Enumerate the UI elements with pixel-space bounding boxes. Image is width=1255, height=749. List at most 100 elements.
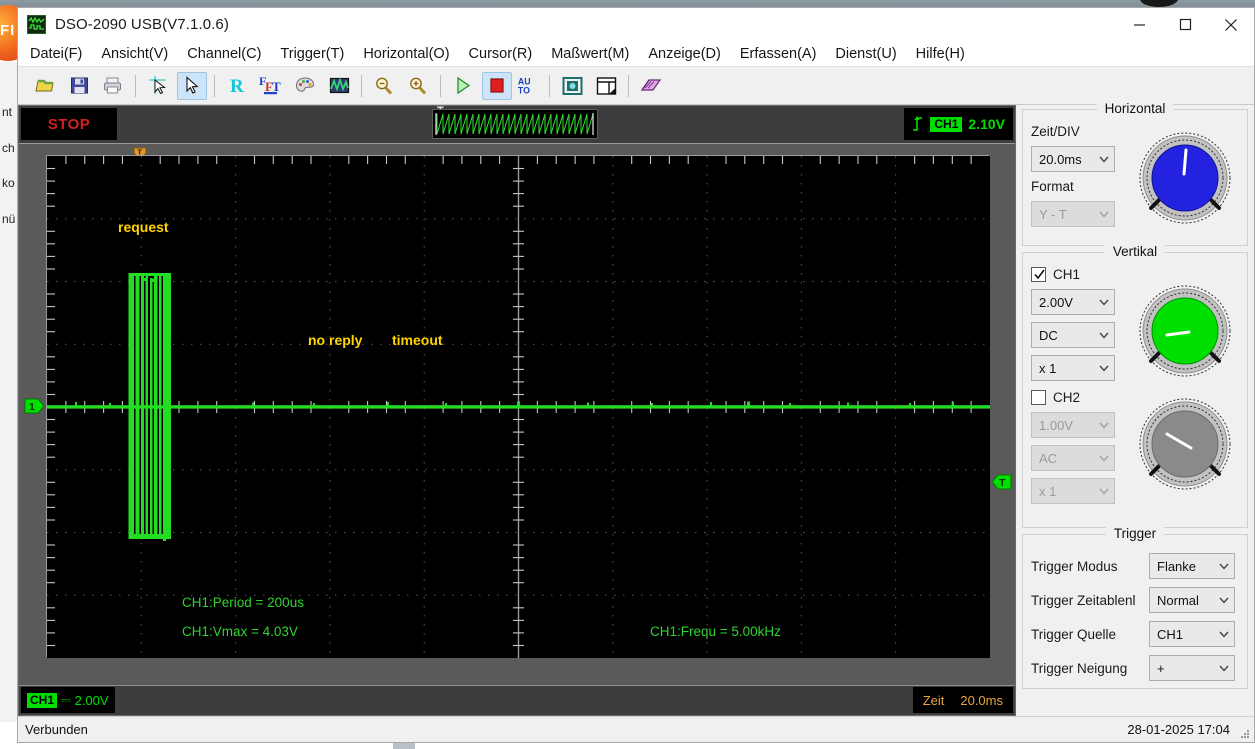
- trigger-sweep-label: Trigger Zeitablenl: [1031, 592, 1136, 608]
- toolbar-separator: [628, 74, 629, 97]
- crosshair-cursor-icon[interactable]: [143, 72, 173, 100]
- main-content: STOP T CH1 2.10V: [18, 101, 1254, 716]
- vertical-group-title: Vertikal: [1104, 244, 1166, 259]
- trigger-slope[interactable]: +: [1149, 655, 1235, 681]
- toolbar-separator: [549, 74, 550, 97]
- rising-edge-icon: [913, 116, 923, 131]
- trigger-level-value: 2.10V: [968, 116, 1005, 132]
- window-titlebar: DSO-2090 USB(V7.1.0.6): [18, 8, 1254, 41]
- ch1-ground-marker[interactable]: 1: [24, 398, 46, 414]
- measurement-vmax: CH1:Vmax = 4.03V: [182, 624, 298, 639]
- chevron-down-icon: [1099, 299, 1109, 306]
- chevron-down-icon: [1099, 488, 1109, 495]
- menu-masswert[interactable]: Maßwert(M): [551, 44, 640, 64]
- chevron-down-icon: [1219, 631, 1229, 638]
- zoom-out-icon[interactable]: [369, 72, 399, 100]
- scope-grid-wrapper: T request no reply timeout CH1:Period = …: [19, 144, 1015, 685]
- ch2-volts-div-select[interactable]: 1.00V: [1031, 412, 1115, 438]
- scope-status-strip: STOP T CH1 2.10V: [19, 105, 1015, 144]
- horizontal-group-title: Horizontal: [1096, 101, 1174, 116]
- vertical-group: Vertikal CH1 2.00V DC x 1 CH2 1.00V AC x…: [1022, 244, 1248, 528]
- menu-anzeige[interactable]: Anzeige(D): [648, 44, 732, 64]
- resize-grip-icon[interactable]: [1238, 727, 1250, 739]
- chevron-down-icon: [1099, 455, 1109, 462]
- ch2-probe-select[interactable]: x 1: [1031, 478, 1115, 504]
- menu-cursor[interactable]: Cursor(R): [469, 44, 544, 64]
- time-div-label: Zeit/DIV: [1031, 124, 1080, 139]
- timebase-value: 20.0ms: [960, 692, 1003, 708]
- auto-set-icon[interactable]: AU TO: [516, 72, 542, 100]
- menubar: Datei(F) Ansicht(V) Channel(C) Trigger(T…: [18, 41, 1254, 67]
- ch2-enable-checkbox[interactable]: CH2: [1031, 390, 1131, 405]
- checkbox-box: [1031, 267, 1046, 282]
- background-text-line-0: nt: [2, 105, 13, 119]
- trigger-source[interactable]: CH1: [1149, 621, 1235, 647]
- scope-display-area: STOP T CH1 2.10V: [18, 105, 1016, 716]
- toolbar-separator: [214, 74, 215, 97]
- menu-horizontal[interactable]: Horizontal(O): [363, 44, 460, 64]
- format-label: Format: [1031, 179, 1074, 194]
- menu-trigger[interactable]: Trigger(T): [280, 44, 355, 64]
- help-book-icon[interactable]: [636, 72, 666, 100]
- trigger-slope-label: Trigger Neigung: [1031, 660, 1128, 676]
- window-layout-icon[interactable]: [591, 72, 621, 100]
- waveform-view-icon[interactable]: [324, 72, 354, 100]
- trigger-mode-value: Flanke: [1157, 558, 1197, 574]
- ch1-enable-checkbox[interactable]: CH1: [1031, 267, 1131, 282]
- run-play-icon[interactable]: [448, 72, 478, 100]
- trigger-slope-value: +: [1157, 660, 1165, 676]
- zoom-in-icon[interactable]: [403, 72, 433, 100]
- run-state-text: STOP: [47, 115, 91, 133]
- annotation-no-reply: no reply: [308, 332, 363, 348]
- menu-hilfe[interactable]: Hilfe(H): [916, 44, 976, 64]
- window-title: DSO-2090 USB(V7.1.0.6): [55, 16, 229, 33]
- close-icon[interactable]: [1208, 8, 1254, 41]
- ch1-label: CH1: [1053, 267, 1081, 282]
- control-side-panel: Horizontal Zeit/DIV 20.0ms Format Y - T: [1016, 101, 1254, 716]
- dso-application-window: DSO-2090 USB(V7.1.0.6) Datei(F) Ansicht(…: [17, 7, 1255, 743]
- save-file-icon[interactable]: [64, 72, 94, 100]
- scope-waveform-icon: [27, 15, 46, 34]
- ch1-coupling-select[interactable]: DC: [1031, 322, 1115, 348]
- ch1-position-knob[interactable]: [1137, 283, 1233, 379]
- time-div-select[interactable]: 20.0ms: [1031, 146, 1115, 172]
- horizontal-position-knob[interactable]: [1137, 130, 1233, 226]
- menu-datei[interactable]: Datei(F): [30, 44, 93, 64]
- ch1-volts-div-select[interactable]: 2.00V: [1031, 289, 1115, 315]
- trigger-source-row: Trigger Quelle CH1: [1031, 621, 1239, 647]
- menu-erfassen[interactable]: Erfassen(A): [740, 44, 828, 64]
- scope-settings-strip: CH1 ⎓ 2.00V Zeit 20.0ms: [19, 685, 1015, 715]
- trigger-channel-badge: CH1: [930, 116, 963, 132]
- palette-icon[interactable]: [290, 72, 320, 100]
- trigger-source-value: CH1: [1157, 626, 1184, 642]
- chevron-down-icon: [1219, 597, 1229, 604]
- scope-grid[interactable]: request no reply timeout CH1:Period = 20…: [46, 155, 990, 658]
- record-r-icon[interactable]: R: [222, 72, 252, 100]
- trigger-group-title: Trigger: [1105, 526, 1165, 541]
- background-text-line-1: ch: [2, 141, 15, 155]
- ch2-position-knob[interactable]: [1137, 396, 1233, 492]
- print-icon[interactable]: [98, 72, 128, 100]
- time-div-value: 20.0ms: [1039, 151, 1082, 167]
- sawtooth-preview-icon[interactable]: [432, 109, 598, 139]
- trigger-level-marker[interactable]: T: [990, 474, 1012, 490]
- menu-ansicht[interactable]: Ansicht(V): [101, 44, 179, 64]
- fft-icon[interactable]: F F T: [256, 72, 286, 100]
- stop-square-icon[interactable]: [482, 71, 512, 100]
- open-file-icon[interactable]: [30, 72, 60, 100]
- menu-dienst[interactable]: Dienst(U): [835, 44, 907, 64]
- trigger-sweep[interactable]: Normal: [1149, 587, 1235, 613]
- fit-screen-icon[interactable]: [557, 72, 587, 100]
- ch2-coupling-select[interactable]: AC: [1031, 445, 1115, 471]
- format-select[interactable]: Y - T: [1031, 201, 1115, 227]
- statusbar: Verbunden 28-01-2025 17:04: [18, 716, 1254, 742]
- maximize-icon[interactable]: [1162, 8, 1208, 41]
- trigger-mode[interactable]: Flanke: [1149, 553, 1235, 579]
- ch1-settings-readout: CH1 ⎓ 2.00V: [21, 687, 115, 713]
- timebase-label: Zeit: [922, 692, 945, 708]
- ch1-probe-select[interactable]: x 1: [1031, 355, 1115, 381]
- arrow-select-icon[interactable]: [177, 71, 207, 100]
- menu-channel[interactable]: Channel(C): [187, 44, 272, 64]
- checkbox-box: [1031, 390, 1046, 405]
- minimize-icon[interactable]: [1116, 8, 1162, 41]
